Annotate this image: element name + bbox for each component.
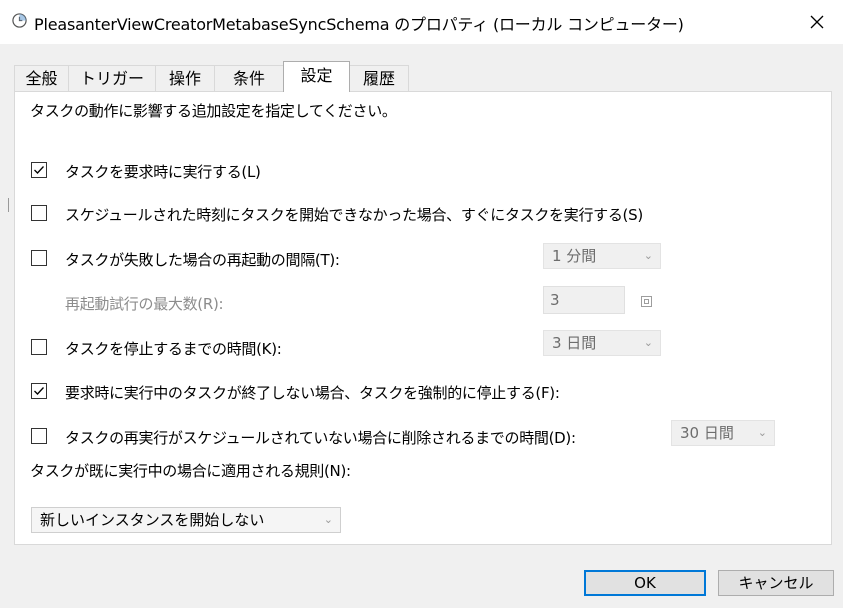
- rule-select[interactable]: 新しいインスタンスを開始しない ⌄: [31, 507, 341, 533]
- run-after-missed-checkbox[interactable]: [31, 205, 47, 221]
- spin-stepper-icon[interactable]: [641, 296, 652, 307]
- description-text: タスクの動作に影響する追加設定を指定してください。: [30, 102, 397, 120]
- delete-after-value: 30 日間: [680, 424, 734, 442]
- run-on-demand-label[interactable]: タスクを要求時に実行する(L): [65, 161, 261, 182]
- ok-button[interactable]: OK: [584, 570, 706, 596]
- stop-after-checkbox[interactable]: [31, 339, 47, 355]
- restart-attempts-input[interactable]: 3: [543, 286, 625, 314]
- chevron-down-icon: ⌄: [643, 249, 653, 262]
- side-marker: [8, 198, 9, 212]
- stop-after-label[interactable]: タスクを停止するまでの時間(K):: [65, 338, 282, 359]
- cancel-button[interactable]: キャンセル: [718, 570, 834, 596]
- chevron-down-icon: ⌄: [757, 426, 767, 439]
- chevron-down-icon: ⌄: [323, 513, 333, 526]
- restart-on-failure-checkbox[interactable]: [31, 250, 47, 266]
- stop-after-select[interactable]: 3 日間 ⌄: [543, 330, 661, 356]
- run-after-missed-label[interactable]: スケジュールされた時刻にタスクを開始できなかった場合、すぐにタスクを実行する(S…: [65, 204, 643, 225]
- rule-label: タスクが既に実行中の場合に適用される規則(N):: [30, 462, 351, 480]
- force-stop-checkbox[interactable]: [31, 383, 47, 399]
- checkmark-icon: [34, 387, 44, 395]
- delete-after-checkbox[interactable]: [31, 428, 47, 444]
- restart-interval-select[interactable]: 1 分間 ⌄: [543, 243, 661, 269]
- force-stop-label[interactable]: 要求時に実行中のタスクが終了しない場合、タスクを強制的に停止する(F):: [65, 382, 560, 403]
- restart-on-failure-label[interactable]: タスクが失敗した場合の再起動の間隔(T):: [65, 249, 340, 270]
- stop-after-value: 3 日間: [552, 334, 597, 352]
- rule-value: 新しいインスタンスを開始しない: [40, 511, 265, 529]
- run-on-demand-checkbox[interactable]: [31, 162, 47, 178]
- delete-after-select[interactable]: 30 日間 ⌄: [671, 420, 775, 446]
- checkmark-icon: [34, 166, 44, 174]
- chevron-down-icon: ⌄: [643, 336, 653, 349]
- settings-content: タスクの動作に影響する追加設定を指定してください。 タスクを要求時に実行する(L…: [0, 0, 843, 608]
- restart-interval-value: 1 分間: [552, 247, 597, 265]
- restart-attempts-label: 再起動試行の最大数(R):: [65, 295, 224, 313]
- delete-after-label[interactable]: タスクの再実行がスケジュールされていない場合に削除されるまでの時間(D):: [65, 427, 576, 448]
- restart-attempts-value: 3: [550, 291, 560, 309]
